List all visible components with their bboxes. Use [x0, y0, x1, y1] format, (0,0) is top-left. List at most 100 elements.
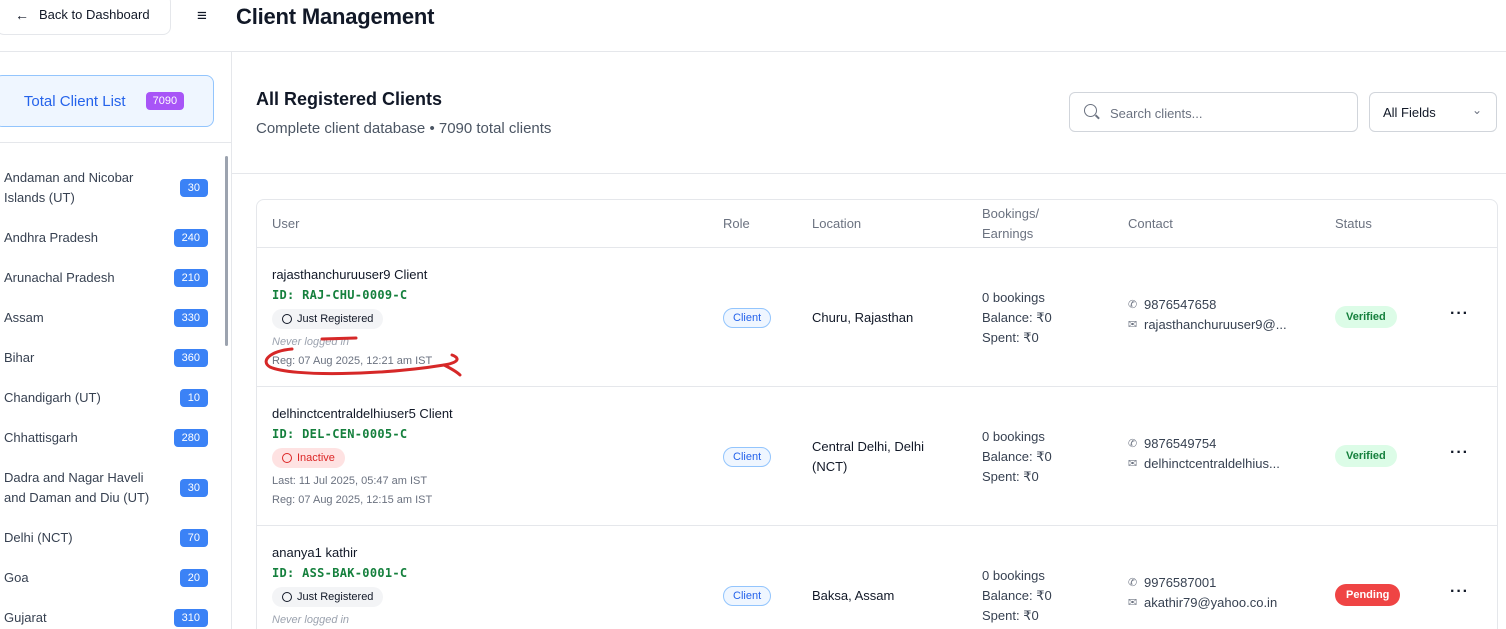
- user-id: ID: ASS-BAK-0001-C: [272, 566, 408, 580]
- search-icon: [1084, 104, 1097, 117]
- sidebar-item-label: Bihar: [4, 350, 35, 365]
- user-name: delhinctcentraldelhiuser5 Client: [272, 406, 453, 421]
- sidebar-item-bihar[interactable]: Bihar 360: [4, 348, 208, 368]
- location-cell: Central Delhi, Delhi (NCT): [812, 439, 924, 474]
- tag-label: Inactive: [297, 452, 335, 464]
- user-name: rajasthanchuruuser9 Client: [272, 267, 428, 282]
- back-to-dashboard-button[interactable]: ← Back to Dashboard: [0, 0, 171, 35]
- sidebar-item-chhattisgarh[interactable]: Chhattisgarh 280: [4, 428, 208, 448]
- registered-date: Reg: 07 Aug 2025, 12:15 am IST: [272, 494, 433, 506]
- phone-line: ✆ 9876549754: [1128, 434, 1280, 454]
- last-login: Never logged in: [272, 614, 350, 626]
- main-divider: [232, 173, 1506, 174]
- tag-wrap: Inactive: [272, 448, 453, 469]
- phone-line: ✆ 9976587001: [1128, 573, 1277, 593]
- clock-icon: [282, 314, 292, 324]
- sidebar-item-delhi[interactable]: Delhi (NCT) 70: [4, 528, 208, 548]
- user-name: ananya1 kathir: [272, 545, 358, 560]
- row-divider: [257, 525, 1497, 526]
- sidebar-item-count: 30: [179, 479, 208, 497]
- search-input[interactable]: [1110, 102, 1340, 124]
- arrow-left-icon: ←: [15, 6, 29, 23]
- email-line: ✉ delhinctcentraldelhius...: [1128, 454, 1280, 474]
- just-registered-badge: Just Registered: [272, 309, 384, 329]
- phone-number: 9876549754: [1144, 436, 1217, 451]
- spent-value: Spent: ₹0: [982, 608, 1039, 623]
- contact-cell: ✆ 9976587001 ✉ akathir79@yahoo.co.in: [1128, 573, 1277, 613]
- chevron-down-icon: ⌄: [1471, 103, 1482, 117]
- column-header-bookings: Bookings/ Earnings: [982, 204, 1039, 244]
- bookings-cell: 0 bookings Balance: ₹0 Spent: ₹0: [982, 288, 1052, 348]
- header-divider: [257, 247, 1497, 248]
- more-horizontal-icon[interactable]: ···: [1450, 444, 1469, 462]
- phone-icon: ✆: [1128, 438, 1138, 450]
- clients-table: User Role Location Bookings/ Earnings Co…: [256, 199, 1498, 629]
- sidebar-item-label: Goa: [4, 570, 29, 585]
- last-login: Last: 11 Jul 2025, 05:47 am IST: [272, 475, 428, 487]
- balance-value: Balance: ₹0: [982, 310, 1052, 325]
- sidebar-item-count: 330: [173, 309, 208, 327]
- x-circle-icon: [282, 453, 292, 463]
- field-filter-select[interactable]: All Fields ⌄: [1369, 92, 1497, 132]
- sidebar-item-label: Delhi (NCT): [4, 530, 73, 545]
- spent-value: Spent: ₹0: [982, 330, 1039, 345]
- sidebar-item-count: 70: [179, 529, 208, 547]
- menu-icon[interactable]: ≡: [197, 6, 207, 26]
- sidebar-item-andhra-pradesh[interactable]: Andhra Pradesh 240: [4, 228, 208, 248]
- sidebar-item-count: 20: [179, 569, 208, 587]
- mail-icon: ✉: [1128, 597, 1138, 609]
- search-box[interactable]: [1069, 92, 1358, 132]
- location-cell: Churu, Rajasthan: [812, 310, 914, 325]
- sidebar-item-label: Chhattisgarh: [4, 430, 78, 445]
- sidebar-item-assam[interactable]: Assam 330: [4, 308, 208, 328]
- mail-icon: ✉: [1128, 458, 1138, 470]
- phone-number: 9876547658: [1144, 297, 1217, 312]
- sidebar-item-count: 30: [179, 179, 208, 197]
- contact-cell: ✆ 9876547658 ✉ rajasthanchuruuser9@...: [1128, 295, 1287, 335]
- total-client-list-card[interactable]: Total Client List 7090: [0, 75, 214, 127]
- phone-line: ✆ 9876547658: [1128, 295, 1287, 315]
- sidebar-item-andaman[interactable]: Andaman and Nicobar Islands (UT) 30: [4, 168, 208, 208]
- mail-icon: ✉: [1128, 319, 1138, 331]
- email-line: ✉ akathir79@yahoo.co.in: [1128, 593, 1277, 613]
- role-badge: Client: [723, 586, 772, 606]
- table-row-user: ananya1 kathir ID: ASS-BAK-0001-C Just R…: [272, 543, 407, 629]
- email-line: ✉ rajasthanchuruuser9@...: [1128, 315, 1287, 335]
- section-subtitle: Complete client database • 7090 total cl…: [256, 120, 552, 137]
- email-address: akathir79@yahoo.co.in: [1144, 595, 1278, 610]
- sidebar-item-label: Chandigarh (UT): [4, 390, 101, 405]
- more-horizontal-icon[interactable]: ···: [1450, 305, 1469, 323]
- sidebar-item-gujarat[interactable]: Gujarat 310: [4, 608, 208, 628]
- sidebar-item-goa[interactable]: Goa 20: [4, 568, 208, 588]
- tag-label: Just Registered: [297, 313, 374, 325]
- total-client-list-label: Total Client List: [23, 92, 126, 110]
- more-horizontal-icon[interactable]: ···: [1450, 583, 1469, 601]
- sidebar-item-chandigarh[interactable]: Chandigarh (UT) 10: [4, 388, 208, 408]
- email-address: delhinctcentraldelhius...: [1144, 456, 1280, 471]
- column-header-bookings-line1: Bookings/: [982, 206, 1040, 221]
- sidebar-scrollbar[interactable]: [225, 156, 228, 346]
- balance-value: Balance: ₹0: [982, 588, 1052, 603]
- status-cell: Verified: [1335, 445, 1397, 467]
- sidebar-item-count: 240: [173, 229, 208, 247]
- bookings-count: 0 bookings: [982, 568, 1045, 583]
- bookings-cell: 0 bookings Balance: ₹0 Spent: ₹0: [982, 427, 1052, 487]
- role-cell: Client: [723, 585, 772, 606]
- contact-cell: ✆ 9876549754 ✉ delhinctcentraldelhius...: [1128, 434, 1280, 474]
- status-badge: Verified: [1335, 445, 1397, 467]
- sidebar-item-label: Gujarat: [4, 610, 47, 625]
- page-title: Client Management: [236, 4, 435, 29]
- bookings-count: 0 bookings: [982, 290, 1045, 305]
- status-badge: Verified: [1335, 306, 1397, 328]
- last-login: Never logged in: [272, 336, 350, 348]
- sidebar-item-dadra[interactable]: Dadra and Nagar Haveli and Daman and Diu…: [4, 468, 208, 508]
- sidebar-item-count: 310: [173, 609, 208, 627]
- sidebar-item-count: 10: [179, 389, 208, 407]
- sidebar-item-arunachal-pradesh[interactable]: Arunachal Pradesh 210: [4, 268, 208, 288]
- balance-value: Balance: ₹0: [982, 449, 1052, 464]
- location-cell: Baksa, Assam: [812, 588, 895, 603]
- total-count-badge: 7090: [145, 92, 185, 110]
- sidebar-item-label: Assam: [4, 310, 44, 325]
- tag-label: Just Registered: [297, 591, 374, 603]
- user-id: ID: RAJ-CHU-0009-C: [272, 288, 408, 302]
